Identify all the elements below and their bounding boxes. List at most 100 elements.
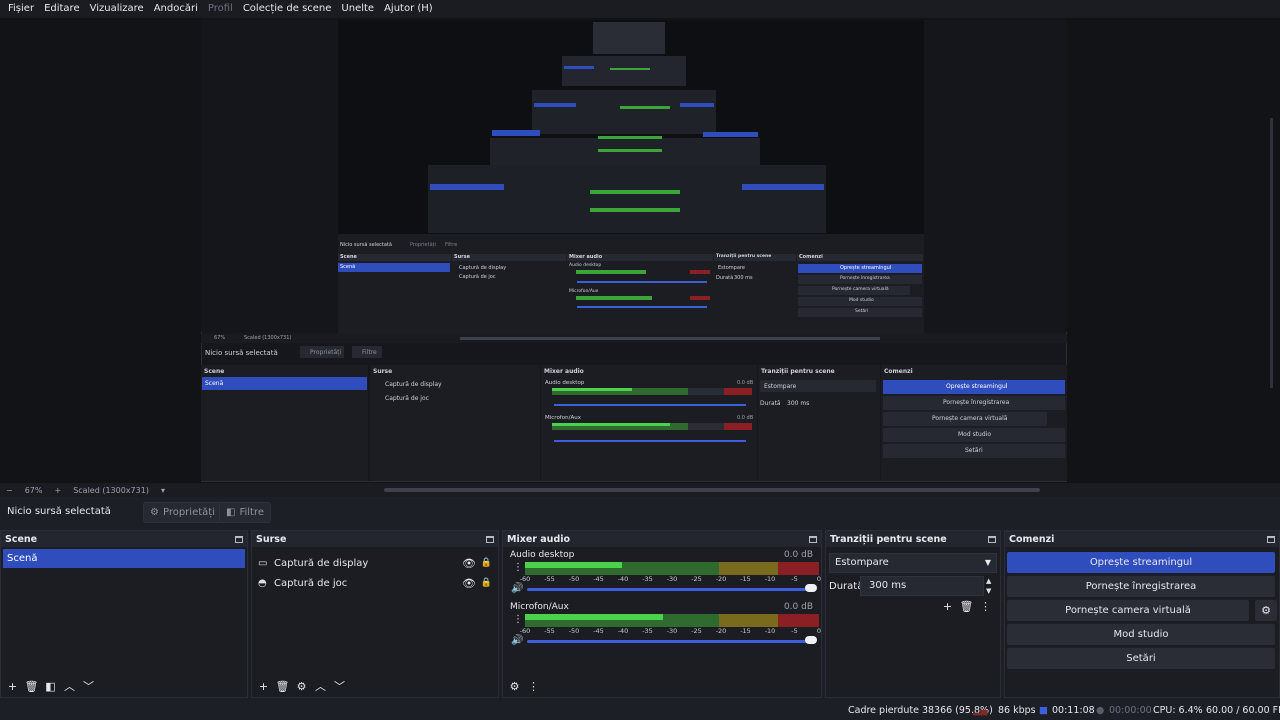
source-item-game[interactable]: ◓ Captură de joc 👁 🔒	[252, 573, 498, 593]
menu-view[interactable]: Vizualizare	[85, 0, 149, 18]
nested-meter-1	[576, 270, 646, 274]
undock-icon[interactable]	[486, 535, 494, 543]
gear-icon[interactable]: ⚙	[294, 679, 309, 694]
mixer-channel-desktop: Audio desktop 0.0 dB ⋮ -60 -55 -50 -45 -40 -3…	[503, 547, 821, 599]
volume-knob[interactable]	[805, 636, 817, 644]
source-item-display[interactable]: ▭ Captură de display 👁 🔒	[252, 553, 498, 573]
channel-db: 0.0 dB	[783, 602, 813, 612]
duration-spinner[interactable]: ▲ ▼	[986, 576, 996, 596]
eye-icon[interactable]: 👁	[462, 577, 476, 590]
big-ms-label: 300 ms	[787, 400, 810, 407]
recursion-level-2-meter2	[598, 149, 662, 152]
menu-profile[interactable]: Profil	[203, 0, 238, 18]
big-fade-label: Estompare	[764, 383, 797, 390]
zoom-mode[interactable]: Scaled (1300x731)	[67, 486, 155, 495]
kebab-icon[interactable]: ⋮	[513, 615, 523, 625]
recursion-level-1-meter2	[590, 208, 680, 212]
add-transition-icon[interactable]: +	[940, 599, 955, 614]
chevron-down-icon[interactable]: ﹀	[81, 679, 96, 694]
meter-tick-label: -20	[715, 627, 727, 635]
transition-select[interactable]: Estompare ▼	[829, 553, 997, 573]
trash-icon[interactable]: 🗑	[959, 599, 974, 614]
big-scenes-title: Scene	[204, 368, 225, 375]
chevron-up-icon[interactable]: ︿	[62, 679, 77, 694]
big-game-label: Captură de joc	[385, 395, 429, 402]
scenes-title: Scene	[5, 533, 38, 545]
meter-zone-yellow	[719, 614, 778, 627]
add-source-icon[interactable]: +	[256, 679, 271, 694]
kebab-icon[interactable]: ⋮	[978, 599, 993, 614]
filters-button[interactable]: ◧ Filtre	[219, 502, 271, 523]
mixer-toolbar: ⚙ ⋮	[503, 675, 821, 697]
menu-file[interactable]: Fișier	[3, 0, 39, 18]
chevron-down-icon[interactable]: ﹀	[332, 679, 347, 694]
speaker-icon[interactable]: 🔊	[511, 583, 523, 594]
nested-stop-label: Oprește streamingul	[840, 265, 892, 271]
volume-slider[interactable]	[527, 588, 811, 591]
recursion-level-3	[532, 90, 716, 134]
menu-bar: Fișier Editare Vizualizare Andocări Prof…	[0, 0, 1280, 18]
monitor-icon: ▭	[258, 557, 268, 569]
transitions-toolbar: + 🗑 ⋮	[940, 599, 993, 614]
eye-icon[interactable]: 👁	[462, 557, 476, 570]
settings-button[interactable]: Setări	[1007, 648, 1275, 669]
kebab-icon[interactable]: ⋮	[513, 563, 523, 573]
properties-button[interactable]: ⚙ Proprietăți	[143, 502, 222, 523]
meter-zone-red	[777, 562, 819, 575]
volume-slider[interactable]	[527, 640, 811, 643]
speaker-icon[interactable]: 🔊	[511, 635, 523, 646]
meter-tick-label: -15	[740, 627, 751, 635]
volume-knob[interactable]	[805, 584, 817, 592]
meter-tick-label: -40	[617, 627, 629, 635]
stop-streaming-button[interactable]: Oprește streamingul	[1007, 552, 1275, 573]
preview-horizontal-scrollbar[interactable]	[384, 488, 1040, 492]
meter-tick-label: -35	[642, 575, 653, 583]
duration-field[interactable]: 300 ms	[860, 576, 984, 596]
spin-down-icon[interactable]: ▼	[986, 586, 996, 596]
meter-tick-label: -25	[691, 627, 702, 635]
trash-icon[interactable]: 🗑	[24, 679, 39, 694]
big-controls-title: Comenzi	[884, 368, 913, 375]
menu-help[interactable]: Ajutor (H)	[379, 0, 438, 18]
kebab-icon[interactable]: ⋮	[526, 679, 541, 694]
gear-icon[interactable]: ⚙	[507, 679, 522, 694]
menu-docks[interactable]: Andocări	[149, 0, 203, 18]
chevron-up-icon[interactable]: ︿	[313, 679, 328, 694]
add-scene-icon[interactable]: +	[5, 679, 20, 694]
undock-icon[interactable]	[988, 535, 996, 543]
start-recording-button[interactable]: Pornește înregistrarea	[1007, 576, 1275, 597]
preview-canvas[interactable]: Nicio sursă selectată Proprietăți Filtre…	[0, 18, 1280, 483]
preview-side-column-right	[924, 20, 1067, 332]
scene-item[interactable]: Scenă	[3, 549, 245, 568]
big-display-label: Captură de display	[385, 381, 442, 388]
studio-mode-button[interactable]: Mod studio	[1007, 624, 1275, 645]
stream-live-icon: ■	[1039, 705, 1048, 716]
big-stop-label: Oprește streamingul	[946, 383, 1008, 390]
filter-icon[interactable]: ◧	[43, 679, 58, 694]
lock-icon[interactable]: 🔒	[481, 578, 492, 588]
menu-edit[interactable]: Editare	[39, 0, 85, 18]
nested-desktop-label: Audio desktop	[569, 263, 602, 268]
trash-icon[interactable]: 🗑	[275, 679, 290, 694]
nested-studio-label: Mod studio	[849, 298, 874, 303]
menu-tools[interactable]: Unelte	[336, 0, 379, 18]
nested-sources-label: Surse	[454, 254, 470, 260]
zoom-out-button[interactable]: −	[0, 486, 19, 495]
no-source-label: Nicio sursă selectată	[7, 506, 111, 517]
meter-tick-label: -50	[568, 627, 580, 635]
undock-icon[interactable]	[235, 535, 243, 543]
undock-icon[interactable]	[1267, 535, 1275, 543]
spin-up-icon[interactable]: ▲	[986, 576, 996, 586]
preview-right-scroll	[1270, 118, 1273, 388]
big-studio-label: Mod studio	[958, 431, 991, 438]
nested-record-label: Pornește înregistrarea	[840, 276, 890, 281]
menu-scene-collection[interactable]: Colecție de scene	[238, 0, 337, 18]
virtual-camera-settings-button[interactable]: ⚙	[1255, 600, 1277, 621]
meter-tick-label: -60	[519, 575, 531, 583]
start-virtual-camera-button[interactable]: Pornește camera virtuală	[1007, 600, 1249, 621]
lock-icon[interactable]: 🔒	[481, 558, 492, 568]
zoom-mode-caret-icon[interactable]: ▾	[155, 486, 171, 495]
zoom-in-button[interactable]: +	[48, 486, 67, 495]
undock-icon[interactable]	[809, 535, 817, 543]
dropped-frames: Cadre pierdute 38366 (95.8%)	[848, 705, 993, 716]
